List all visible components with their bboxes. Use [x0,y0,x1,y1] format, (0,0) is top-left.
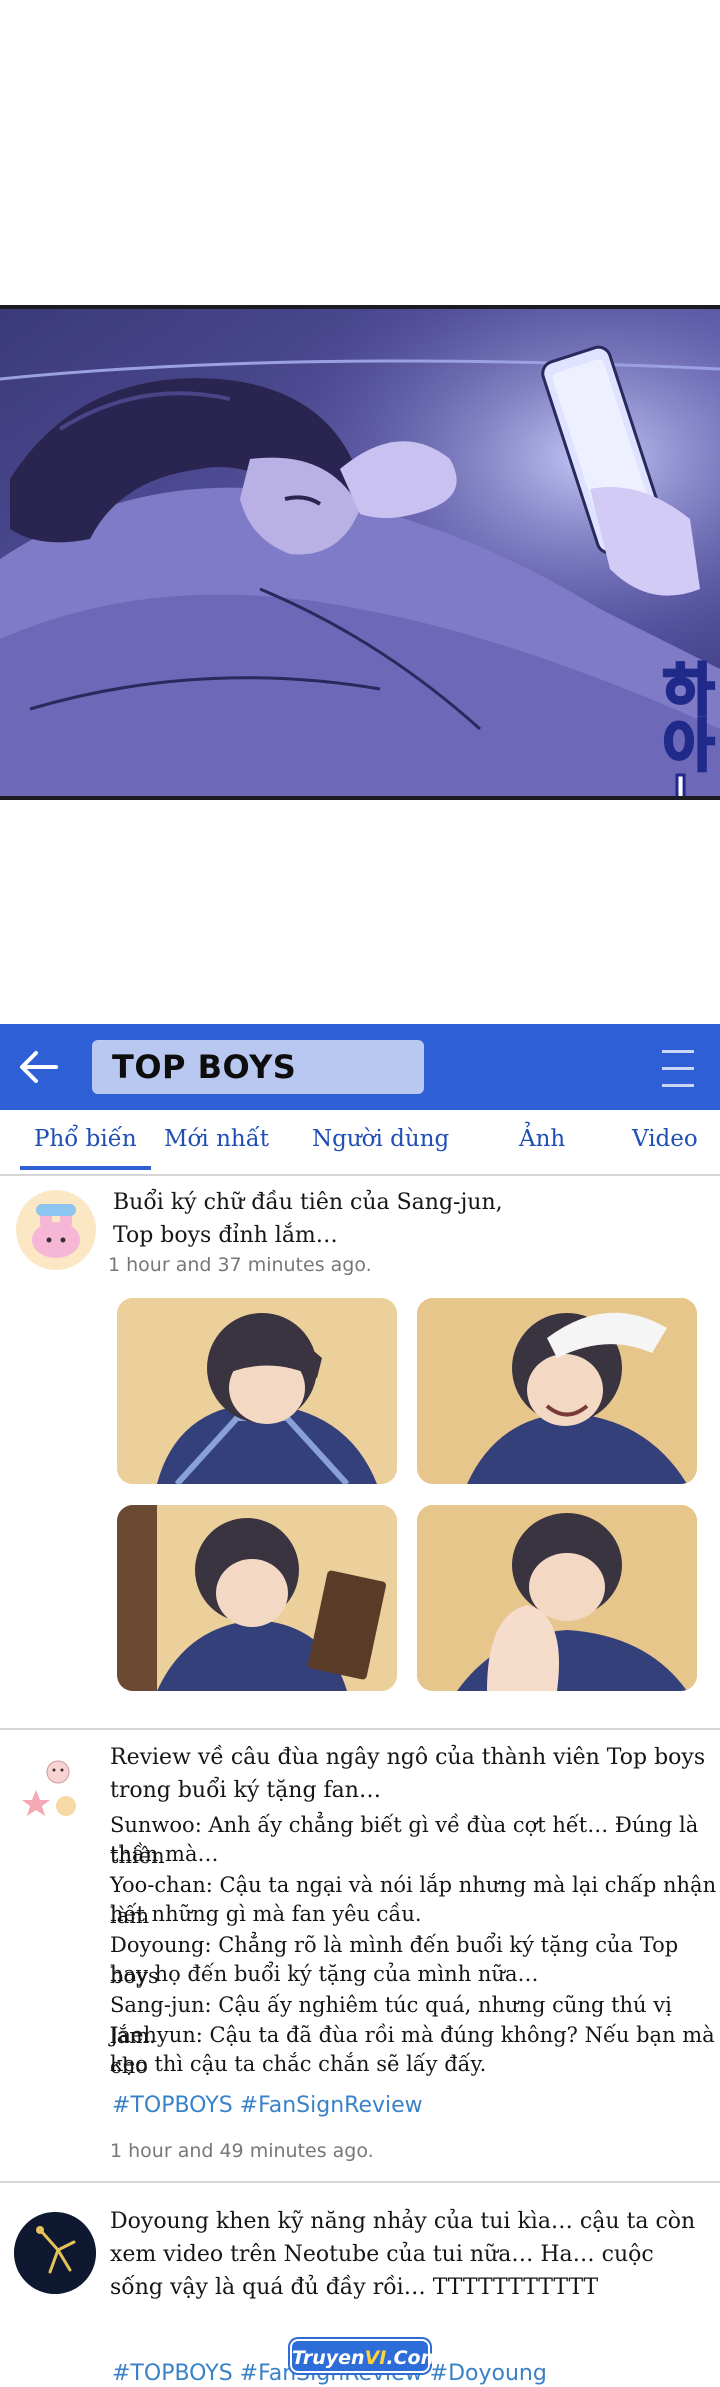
post-line: Doyoung khen kỹ năng nhảy của tui kìa… c… [110,2209,696,2234]
tab-photos[interactable]: Ảnh [519,1126,565,1152]
tab-popular[interactable]: Phổ biến [20,1126,151,1170]
comic-panel: 하아— [0,305,720,800]
post-line: sống vậy là quá đủ đầy rồi… TTTTTTTTTTT [110,2275,599,2300]
app-header: TOP BOYS [0,1024,720,1110]
photo-illustration [417,1298,697,1484]
post-line: hết những gì mà fan yêu cầu. [110,1902,422,1926]
post-line: trong buổi ký tặng fan… [110,1778,381,1803]
post-line: kẹo thì cậu ta chắc chắn sẽ lấy đấy. [110,2052,487,2076]
search-title-box[interactable]: TOP BOYS [92,1040,424,1094]
menu-icon[interactable] [658,1044,698,1094]
page-title: TOP BOYS [112,1048,297,1086]
post-line: hay họ đến buổi ký tặng của mình nữa… [110,1962,539,1986]
post-hashtags[interactable]: #TOPBOYS #FanSignReview [112,2093,423,2118]
sticker-avatar-icon [22,1760,76,1816]
sound-effect-text: 하아— [650,659,718,800]
site-watermark-logo: TruyenVI.Com [290,2339,440,2373]
bunny-avatar-icon [32,1204,80,1258]
avatar[interactable] [14,2212,96,2294]
avatar[interactable] [16,1190,96,1270]
post-line: thần mà… [110,1842,219,1866]
post-photo[interactable] [117,1298,397,1484]
post-title-line: Top boys đỉnh lắm… [113,1223,338,1248]
comic-illustration [0,309,720,796]
post-timestamp: 1 hour and 37 minutes ago. [108,1254,372,1276]
post-title-line: Buổi ký chữ đầu tiên của Sang-jun, [113,1190,503,1215]
photo-illustration [117,1298,397,1484]
tab-users[interactable]: Người dùng [312,1126,449,1152]
post-line: xem video trên Neotube của tui nữa… Ha… … [110,2242,654,2267]
tab-bar: Phổ biến Mới nhất Người dùng Ảnh Video [0,1110,720,1176]
photo-illustration [117,1505,397,1691]
post-photo[interactable] [417,1505,697,1691]
tab-videos[interactable]: Video [632,1126,698,1152]
watermark-prefix: Truyen [292,2347,365,2369]
photo-illustration [417,1505,697,1691]
post-photo[interactable] [117,1505,397,1691]
dancer-avatar-icon [14,2212,96,2294]
post-timestamp: 1 hour and 49 minutes ago. [110,2140,374,2162]
post-divider [0,1728,720,1730]
post-divider [0,2181,720,2183]
back-arrow-icon[interactable] [16,1045,60,1089]
watermark-suffix: .Com [386,2347,441,2369]
post-line: Review về câu đùa ngây ngô của thành viê… [110,1745,706,1770]
post-photo[interactable] [417,1298,697,1484]
avatar[interactable] [22,1758,82,1828]
app-screen: TOP BOYS Phổ biến Mới nhất Người dùng Ản… [0,1024,720,1176]
watermark-accent: VI [364,2347,387,2369]
tab-latest[interactable]: Mới nhất [164,1126,269,1152]
